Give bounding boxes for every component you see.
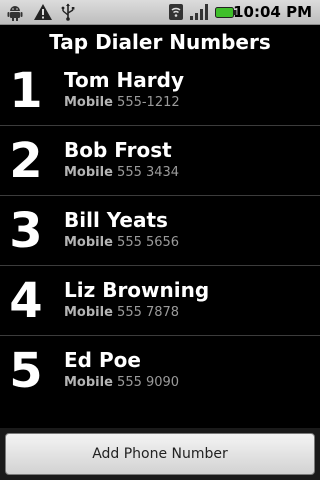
status-time: 10:04 PM <box>233 3 312 21</box>
contact-name: Tom Hardy <box>64 68 184 92</box>
phone-number: 555 9090 <box>117 375 180 390</box>
phone-type-label: Mobile <box>64 305 113 320</box>
phone-number: 555 7878 <box>117 305 180 320</box>
contact-name: Bill Yeats <box>64 208 168 232</box>
warning-icon <box>33 3 52 21</box>
contact-name: Liz Browning <box>64 278 210 302</box>
contact-phone-line: Mobile 555 9090 <box>64 374 179 392</box>
contact-phone-line: Mobile 555 3434 <box>64 164 179 182</box>
contact-list: 1 Tom Hardy Mobile 555-1212 2 Bob Frost … <box>0 56 320 405</box>
android-debug-icon <box>6 3 24 21</box>
list-item-contact-3[interactable]: 3 Bill Yeats Mobile 555 5656 <box>0 196 320 266</box>
bottom-bar: Add Phone Number <box>0 428 320 480</box>
wifi-icon <box>167 3 185 21</box>
phone-number: 555-1212 <box>117 95 180 110</box>
contact-index: 5 <box>9 343 43 399</box>
phone-type-label: Mobile <box>64 375 113 390</box>
phone-type-label: Mobile <box>64 235 113 250</box>
signal-icon <box>189 3 211 21</box>
list-item-contact-1[interactable]: 1 Tom Hardy Mobile 555-1212 <box>0 56 320 126</box>
contact-phone-line: Mobile 555 5656 <box>64 234 179 252</box>
contact-phone-line: Mobile 555-1212 <box>64 94 180 112</box>
list-item-contact-4[interactable]: 4 Liz Browning Mobile 555 7878 <box>0 266 320 336</box>
phone-type-label: Mobile <box>64 165 113 180</box>
contact-index: 2 <box>9 133 43 189</box>
phone-number: 555 5656 <box>117 235 180 250</box>
contact-name: Ed Poe <box>64 348 141 372</box>
page-title: Tap Dialer Numbers <box>49 30 271 54</box>
contact-name: Bob Frost <box>64 138 172 162</box>
contact-index: 1 <box>9 63 43 119</box>
list-item-contact-5[interactable]: 5 Ed Poe Mobile 555 9090 <box>0 336 320 405</box>
phone-number: 555 3434 <box>117 165 180 180</box>
contact-index: 4 <box>9 273 43 329</box>
usb-icon <box>59 3 77 21</box>
status-bar: 10:04 PM <box>0 0 320 25</box>
list-item-contact-2[interactable]: 2 Bob Frost Mobile 555 3434 <box>0 126 320 196</box>
contact-phone-line: Mobile 555 7878 <box>64 304 179 322</box>
app-screen: 10:04 PM Tap Dialer Numbers 1 Tom Hardy … <box>0 0 320 480</box>
add-phone-number-button[interactable]: Add Phone Number <box>5 433 315 475</box>
contact-index: 3 <box>9 203 43 259</box>
phone-type-label: Mobile <box>64 95 113 110</box>
